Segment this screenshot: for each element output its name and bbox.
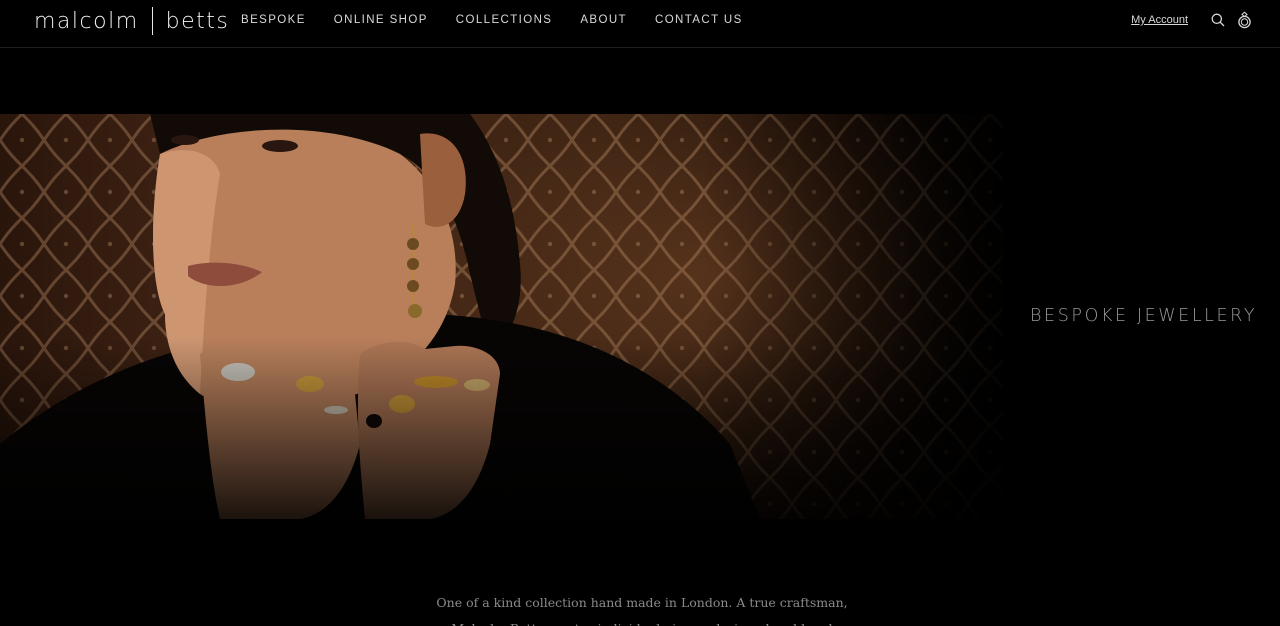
- utility-nav: My Account: [1131, 11, 1252, 29]
- nav-online-shop[interactable]: ONLINE SHOP: [334, 13, 428, 27]
- brand-logo-right: betts: [165, 8, 230, 34]
- my-account-link[interactable]: My Account: [1131, 11, 1188, 29]
- brand-logo[interactable]: malcolm betts: [34, 6, 229, 36]
- site-header: malcolm betts BESPOKE ONLINE SHOP COLLEC…: [0, 0, 1280, 48]
- logo-divider: [151, 7, 153, 35]
- search-icon[interactable]: [1210, 11, 1226, 29]
- hero-image: [0, 114, 1003, 519]
- nav-collections[interactable]: COLLECTIONS: [456, 13, 553, 27]
- bespoke-jewellery-title: BESPOKE JEWELLERY: [1030, 306, 1258, 326]
- nav-contact-us[interactable]: CONTACT US: [655, 13, 743, 27]
- brand-logo-left: malcolm: [34, 8, 139, 34]
- ring-bag-icon[interactable]: [1236, 11, 1252, 29]
- intro-line-2: Malcolm Betts creates individual pieces,…: [0, 616, 1280, 626]
- hero-vignette: [0, 114, 1003, 519]
- main-nav: BESPOKE ONLINE SHOP COLLECTIONS ABOUT CO…: [241, 13, 771, 27]
- intro-line-1: One of a kind collection hand made in Lo…: [436, 595, 848, 610]
- nav-bespoke[interactable]: BESPOKE: [241, 13, 306, 27]
- intro-text: One of a kind collection hand made in Lo…: [0, 590, 1280, 626]
- nav-about[interactable]: ABOUT: [580, 13, 627, 27]
